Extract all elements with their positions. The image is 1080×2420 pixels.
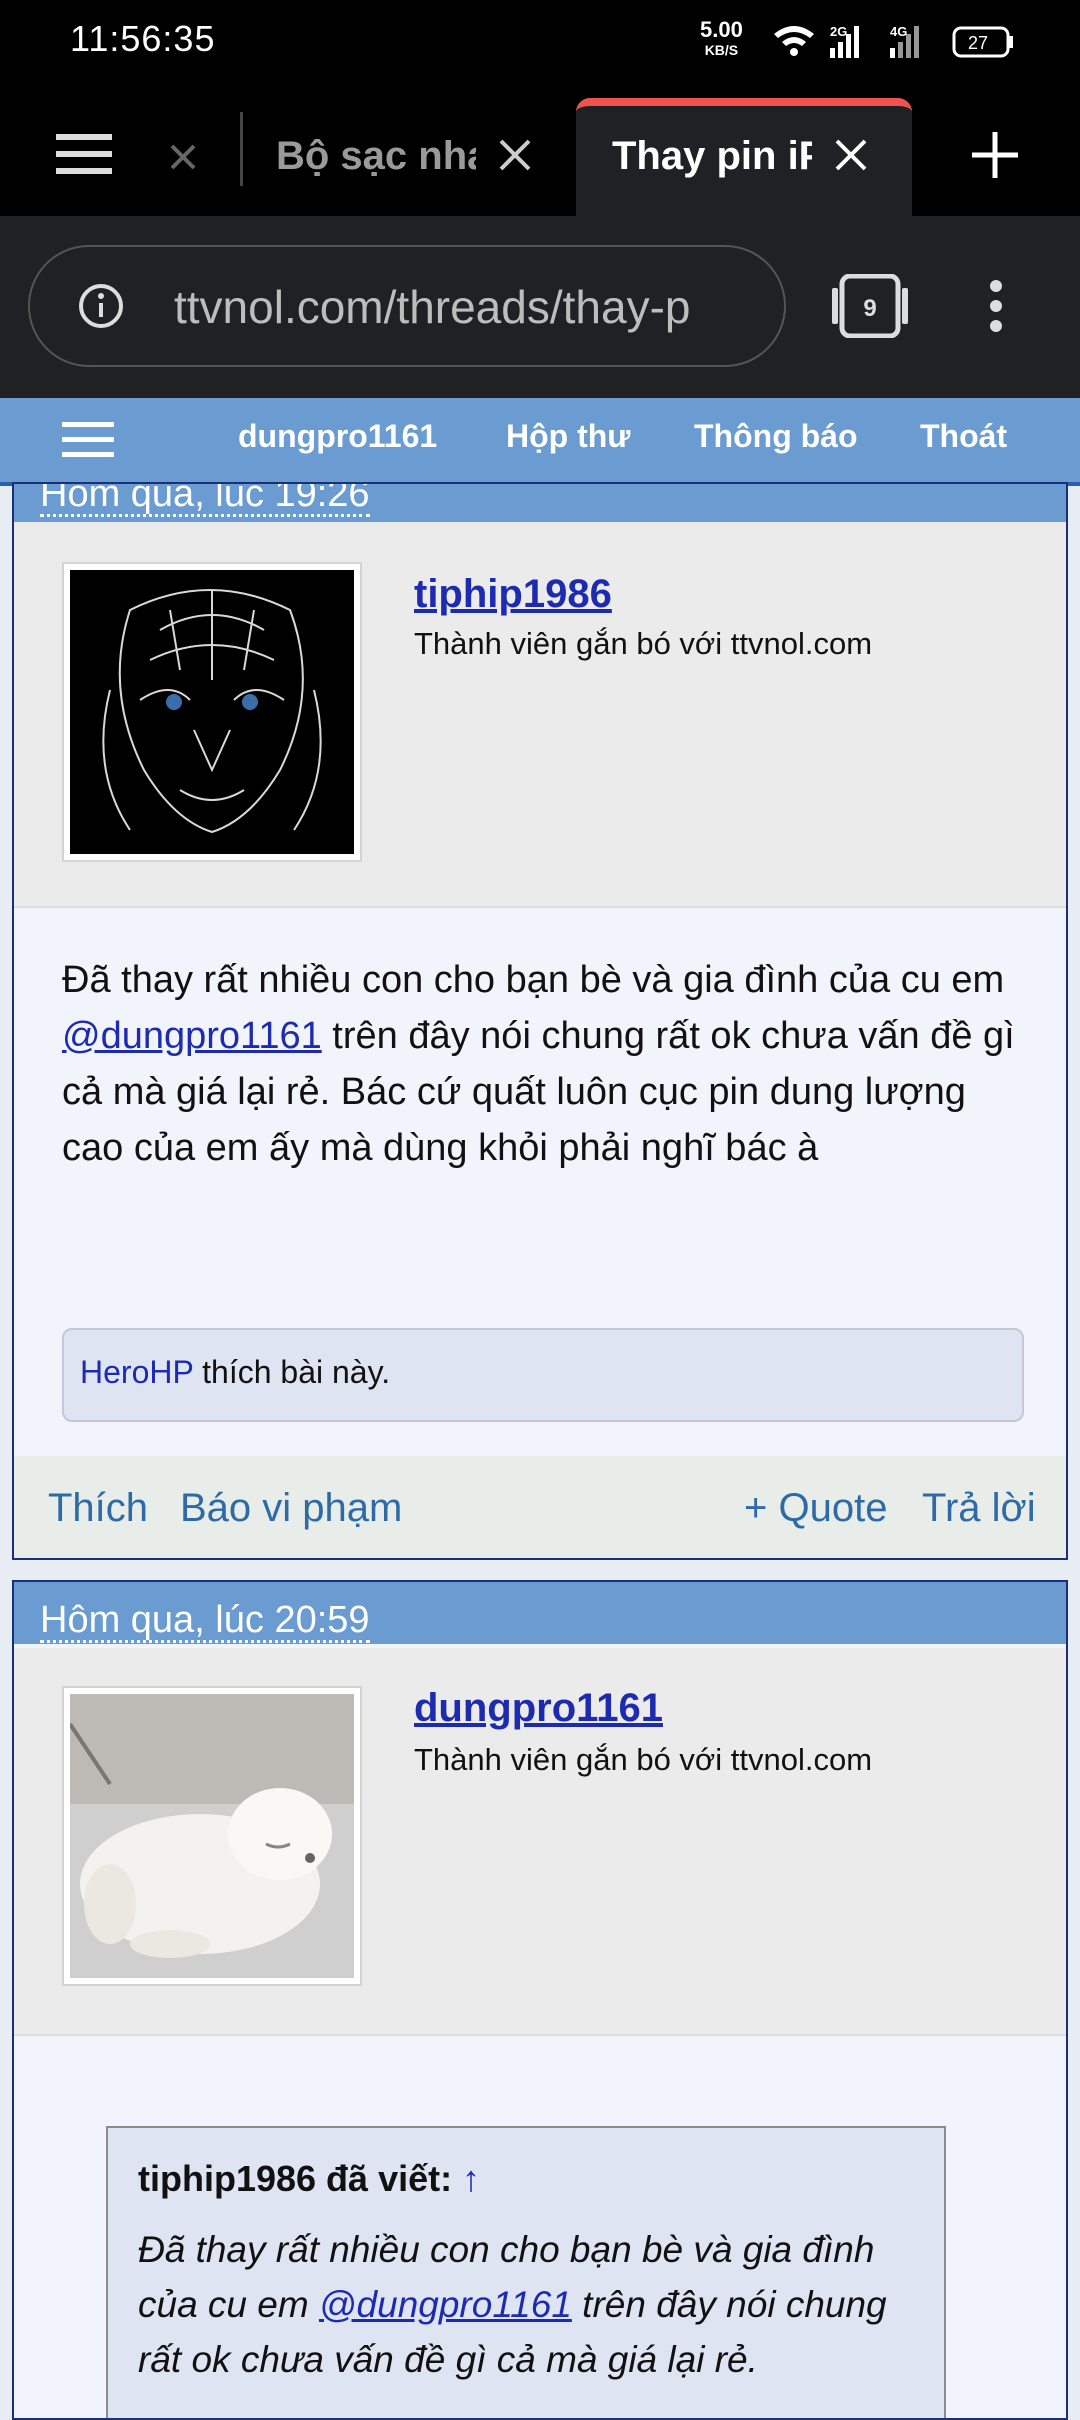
info-icon[interactable] [78,283,124,329]
mention-link[interactable]: @dungpro1161 [319,2284,572,2325]
new-tab-icon[interactable] [972,132,1018,178]
menu-icon[interactable] [56,134,112,174]
svg-text:2G: 2G [830,24,847,39]
reply-button[interactable]: Trả lời [922,1486,1036,1531]
user-title: Thành viên gắn bó với ttvnol.com [414,626,873,661]
quote-button[interactable]: + Quote [744,1486,887,1531]
quote-block: tiphip1986 đã viết: ↑ Đã thay rất nhiều … [106,2126,946,2418]
battery-icon: 27 [952,26,1013,58]
post-date[interactable]: Hôm qua, lúc 19:26 [40,484,370,517]
post: Hôm qua, lúc 20:59 dungpro1161 Thành viê… [12,1580,1068,2420]
avatar[interactable] [62,562,362,862]
tab-count: 9 [863,295,876,322]
post-message: Đã thay rất nhiều con cho bạn bè và gia … [62,959,1015,1169]
site-menu-icon[interactable] [62,422,114,458]
site-nav-bar: dungpro1161 Hộp thư Thông báo Thoát [0,398,1080,486]
svg-text:4G: 4G [890,24,907,39]
network-speed-unit: KB/S [704,42,739,58]
post-username[interactable]: dungpro1161 [414,1686,663,1731]
tab-label: Thay pin iP [612,134,812,178]
clock: 11:56:35 [70,18,216,59]
like-button[interactable]: Thích [48,1486,148,1531]
user-info: dungpro1161 Thành viên gắn bó với ttvnol… [14,1648,1066,2036]
close-tab-icon[interactable] [834,138,868,172]
network-speed-value: 5.00 [700,17,743,42]
more-options-icon[interactable] [988,278,1004,334]
likes-summary: HeroHP thích bài này. [62,1328,1024,1422]
user-info: tiphip1986 Thành viên gắn bó với ttvnol.… [14,522,1066,908]
nav-logout-link[interactable]: Thoát [920,418,1007,455]
user-title: Thành viên gắn bó với ttvnol.com [414,1742,873,1777]
avatar-image-puppy [68,1694,354,1978]
post-actions: Thích Báo vi phạm + Quote Trả lời [14,1456,1066,1558]
close-tab-icon[interactable] [498,138,532,172]
network-speed: 5.00 KB/S [700,17,743,60]
avatar[interactable] [62,1686,362,1986]
svg-text:27: 27 [968,33,988,53]
jump-to-quote-icon[interactable]: ↑ [462,2158,480,2199]
quote-author: tiphip1986 đã viết: ↑ [138,2158,481,2199]
status-bar: 11:56:35 5.00 KB/S 2G 4G 27 [0,0,1080,82]
avatar-image-tiger [70,570,354,854]
nav-user-link[interactable]: dungpro1161 [238,418,437,455]
post-username[interactable]: tiphip1986 [414,572,612,617]
tab-divider [240,112,243,186]
post-header: Hôm qua, lúc 19:26 [14,484,1066,526]
liker-link[interactable]: HeroHP [80,1354,193,1390]
report-button[interactable]: Báo vi phạm [180,1486,402,1531]
quote-text: Đã thay rất nhiều con cho bạn bè và gia … [138,2229,887,2380]
signal-2g-icon: 2G [830,24,859,58]
mention-link[interactable]: @dungpro1161 [62,1015,322,1057]
wifi-icon [774,26,814,56]
signal-4g-icon: 4G [890,24,919,58]
post-header: Hôm qua, lúc 20:59 [14,1582,1066,1644]
tab-switcher-icon[interactable]: 9 [832,274,908,338]
close-tab-icon[interactable] [170,144,196,170]
post: Hôm qua, lúc 19:26 tiphip1986 Thành viên… [12,482,1068,1560]
status-icons: 2G 4G 27 [774,24,1013,58]
post-date[interactable]: Hôm qua, lúc 20:59 [40,1600,370,1643]
nav-notifications-link[interactable]: Thông báo [694,418,858,455]
tab-bo-sac[interactable]: Bộ sạc nha [252,98,562,216]
url-text[interactable]: ttvnol.com/threads/thay-p [174,280,740,334]
tab-thay-pin-active[interactable]: Thay pin iP [576,98,912,216]
tab-label: Bộ sạc nha [276,134,476,178]
nav-inbox-link[interactable]: Hộp thư [506,418,630,455]
